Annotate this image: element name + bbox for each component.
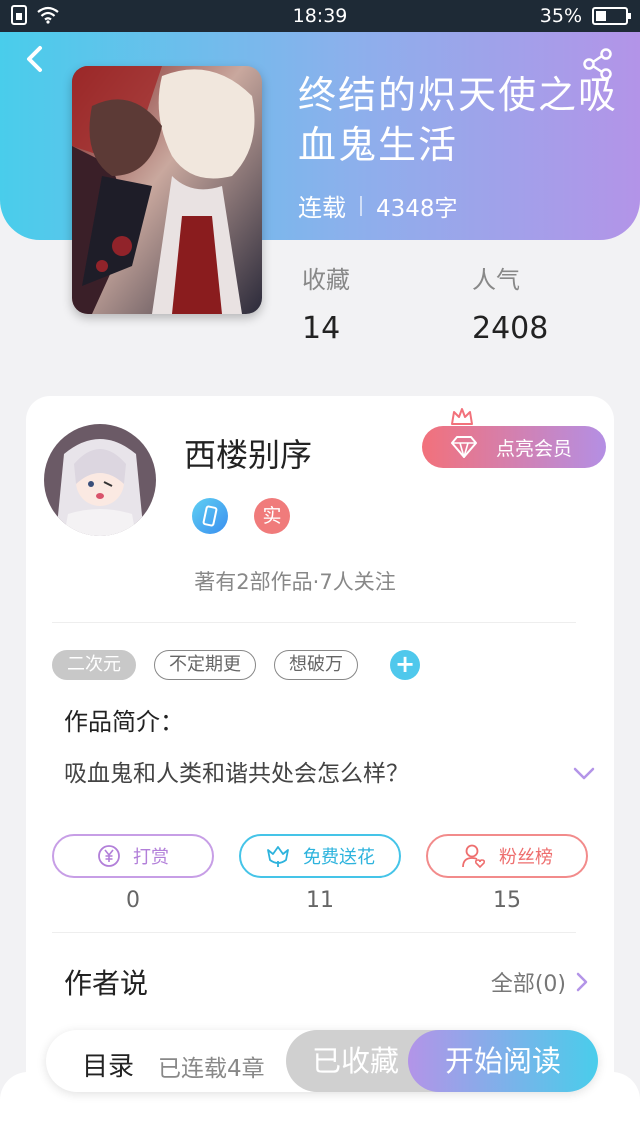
intro-title: 作品简介： (64, 708, 184, 736)
yen-coin-icon (98, 845, 120, 867)
author-says-title: 作者说 (64, 967, 149, 1000)
author-says-all-label: 全部(0) (490, 972, 566, 997)
chevron-right-icon (576, 972, 588, 992)
meta-divider (360, 195, 362, 216)
send-flower-button[interactable]: 免费送花 (239, 834, 401, 878)
fan-ranking-button-label: 粉丝榜 (499, 847, 553, 868)
book-word-count: 4348字 (376, 195, 458, 222)
intro-text: 吸血鬼和人类和谐共处会怎么样？ (64, 761, 409, 787)
add-tag-button[interactable]: + (390, 650, 420, 680)
author-works-text: 著有2部作品·7人关注 (194, 570, 396, 594)
stat-label: 收藏 (302, 266, 350, 294)
divider (52, 622, 576, 623)
vip-button-label: 点亮会员 (495, 437, 572, 460)
diamond-icon (451, 436, 477, 458)
tip-button-label: 打赏 (133, 847, 169, 868)
send-flower-button-label: 免费送花 (303, 847, 375, 868)
tag-item[interactable]: 不定期更 (154, 650, 256, 680)
start-reading-button[interactable]: 开始阅读 (408, 1030, 598, 1092)
toc-chapter-count: 已连载4章 (158, 1056, 265, 1082)
divider (52, 932, 576, 933)
avatar-image (44, 424, 156, 536)
battery-icon (592, 7, 631, 25)
author-works-info: 著有2部作品·7人关注 (0, 566, 640, 596)
fan-user-icon (462, 844, 486, 869)
toc-button[interactable]: 目录 (82, 1046, 134, 1083)
book-meta: 连载 4348字 (298, 188, 458, 223)
back-button[interactable] (22, 44, 52, 78)
flower-count: 11 (306, 888, 334, 913)
status-bar: 18:39 35% (0, 0, 640, 32)
book-cover-image[interactable] (72, 66, 262, 314)
vip-button[interactable]: 点亮会员 (422, 426, 606, 468)
author-avatar[interactable] (44, 424, 156, 536)
chevron-down-icon[interactable] (572, 766, 596, 782)
battery-percent: 35% (539, 5, 582, 27)
book-status: 连载 (298, 194, 346, 222)
book-title: 终结的炽天使之吸血鬼生活 (298, 73, 619, 167)
chevron-left-icon (27, 46, 42, 72)
phone-icon (202, 504, 218, 528)
stat-value: 2408 (472, 311, 549, 346)
author-name[interactable]: 西楼别序 (184, 430, 312, 476)
author-says-all-link[interactable]: 全部(0) (491, 966, 588, 998)
tag-item[interactable]: 二次元 (52, 650, 136, 680)
real-name-badge: 实 (254, 498, 290, 534)
flower-icon (267, 846, 289, 867)
tag-list: 二次元 不定期更 想破万 + (52, 650, 420, 680)
battery-fill (596, 11, 606, 21)
fan-ranking-button[interactable]: 粉丝榜 (426, 834, 588, 878)
stat-label: 人气 (472, 266, 520, 294)
phone-verified-badge (192, 498, 228, 534)
fan-count: 15 (493, 888, 521, 913)
cover-artwork (72, 66, 262, 314)
tag-item[interactable]: 想破万 (274, 650, 358, 680)
tip-count: 0 (126, 888, 140, 913)
stat-value: 14 (302, 311, 341, 346)
stat-popularity: 人气 2408 (472, 260, 548, 346)
tip-button[interactable]: 打赏 (52, 834, 214, 878)
stat-collections: 收藏 14 (302, 260, 350, 346)
crown-icon (451, 408, 473, 425)
